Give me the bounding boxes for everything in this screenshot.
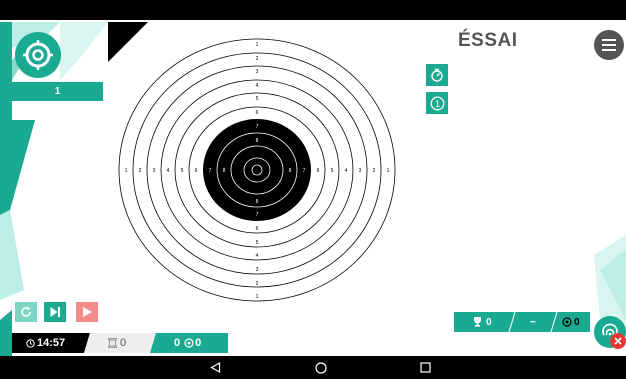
menu-button[interactable] [594, 30, 624, 60]
label-bottom-7: 7 [256, 212, 259, 218]
label-bottom-8: 8 [256, 199, 259, 205]
label-top-3: 3 [256, 69, 259, 75]
label-left-5: 5 [181, 168, 184, 174]
hamburger-icon [602, 39, 616, 51]
label-left-7: 7 [209, 168, 212, 174]
score-average: ~ [530, 312, 536, 332]
back-triangle-icon [209, 362, 220, 373]
label-right-2: 2 [373, 168, 376, 174]
shot-counter-value: 1 [54, 86, 61, 97]
nav-back-button[interactable] [200, 356, 230, 379]
series-value: 0 [120, 337, 127, 349]
clock-icon [26, 338, 35, 348]
label-left-4: 4 [167, 168, 170, 174]
label-bottom-4: 4 [256, 253, 259, 259]
label-right-7: 7 [303, 168, 306, 174]
app-logo[interactable] [15, 32, 61, 78]
timer-button[interactable] [426, 64, 448, 86]
label-bottom-2: 2 [256, 281, 259, 287]
label-left-1: 1 [125, 168, 128, 174]
label-left-3: 3 [153, 168, 156, 174]
page-title: ÉSSAI [458, 30, 518, 51]
number-one-label: 1 [434, 98, 439, 108]
label-top-8: 8 [256, 138, 259, 144]
label-right-1: 1 [387, 168, 390, 174]
restart-button[interactable] [15, 302, 37, 322]
bullseye-icon [562, 317, 572, 327]
crosshair-icon [23, 40, 53, 70]
shooting-target: 1 2 3 4 5 6 7 8 8 7 6 5 4 3 2 1 1 2 3 4 … [118, 38, 396, 302]
shots-value-zero: 0 [195, 337, 202, 349]
label-right-6: 6 [317, 168, 320, 174]
label-top-5: 5 [256, 96, 259, 102]
score-best-value: 0 [486, 316, 492, 328]
label-left-2: 2 [139, 168, 142, 174]
play-icon [83, 307, 92, 317]
shots-display: 0 0 [174, 333, 201, 353]
label-top-4: 4 [256, 83, 259, 89]
shot-counter: 1 [12, 82, 103, 101]
number-one-icon: 1 [430, 96, 444, 110]
stopwatch-icon [431, 68, 443, 82]
close-badge[interactable] [610, 333, 626, 349]
timer-display: 14:57 [26, 333, 65, 353]
status-bar [0, 0, 626, 20]
bullseye-small-icon [184, 338, 194, 348]
label-left-6: 6 [195, 168, 198, 174]
score-tens-value: 0 [574, 316, 580, 328]
timer-value: 14:57 [37, 337, 66, 349]
nav-recents-button[interactable] [410, 356, 440, 379]
navigation-bar [0, 356, 626, 379]
label-right-5: 5 [331, 168, 334, 174]
label-right-4: 4 [345, 168, 348, 174]
app-root: 1 ÉSSAI 1 1 2 3 4 5 6 7 8 8 7 6 5 4 3 2 … [0, 0, 626, 379]
label-top-7: 7 [256, 124, 259, 130]
label-right-3: 3 [359, 168, 362, 174]
shots-value: 0 [174, 337, 181, 349]
home-circle-icon [315, 361, 327, 374]
label-bottom-5: 5 [256, 240, 259, 246]
label-left-8: 8 [223, 168, 226, 174]
label-top-1: 1 [256, 42, 259, 48]
label-bottom-6: 6 [256, 226, 259, 232]
score-best: 0 [472, 312, 492, 332]
close-icon [614, 337, 622, 345]
skip-forward-icon [50, 307, 60, 317]
label-right-8: 8 [289, 168, 292, 174]
label-top-2: 2 [256, 56, 259, 62]
score-tens: 0 [562, 312, 580, 332]
nav-home-button[interactable] [306, 356, 336, 379]
target-rings [118, 38, 396, 302]
trophy-icon [474, 317, 481, 327]
recents-square-icon [419, 362, 431, 373]
shot-number-button[interactable]: 1 [426, 92, 448, 114]
play-button[interactable] [76, 302, 98, 322]
hourglass-icon [108, 338, 117, 348]
series-display: 0 [108, 333, 126, 353]
label-bottom-3: 3 [256, 267, 259, 273]
label-bottom-1: 1 [256, 294, 259, 300]
refresh-icon [21, 306, 31, 317]
score-average-value: ~ [530, 316, 536, 328]
label-top-6: 6 [256, 110, 259, 116]
next-shot-button[interactable] [44, 302, 66, 322]
